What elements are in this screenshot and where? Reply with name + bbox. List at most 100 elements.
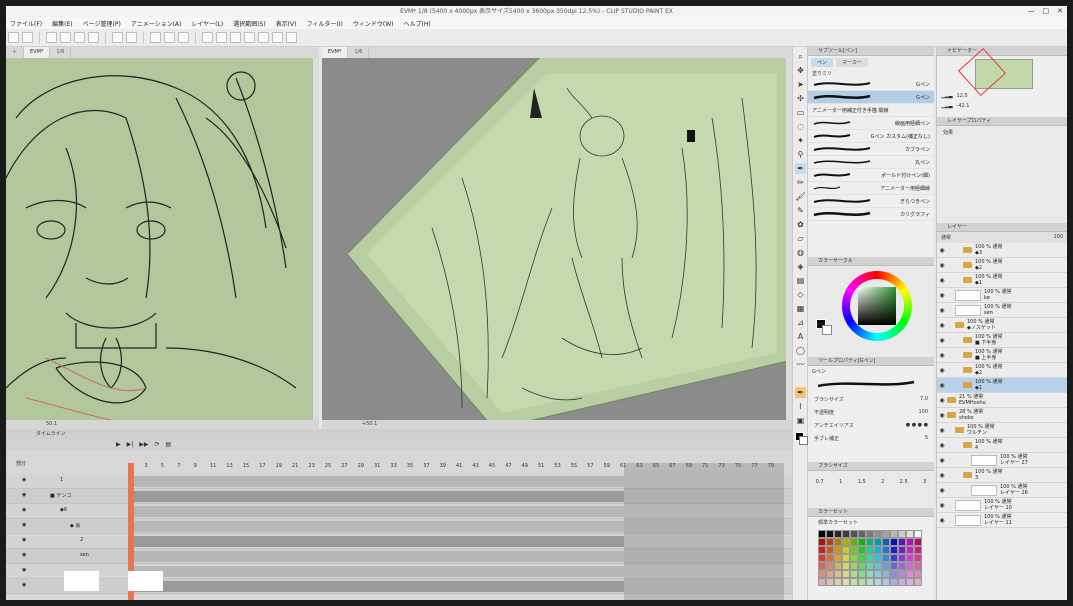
color-swatch[interactable] <box>898 530 906 538</box>
menu-view[interactable]: 表示(V) <box>276 19 297 28</box>
color-swatch[interactable] <box>882 546 890 554</box>
layer-row[interactable]: ◉ 100 % 通常 ◆1 <box>937 378 1067 393</box>
color-swatch[interactable] <box>890 546 898 554</box>
color-swatch[interactable] <box>882 538 890 546</box>
color-swatch[interactable] <box>906 546 914 554</box>
delete-icon[interactable] <box>150 32 161 43</box>
color-swatch[interactable] <box>842 554 850 562</box>
menu-layer[interactable]: レイヤー(L) <box>191 19 223 28</box>
color-swatch[interactable] <box>858 530 866 538</box>
menu-animation[interactable]: アニメーション(A) <box>131 19 182 28</box>
canvas-view-right[interactable]: EVM* 1/6 +50.1 <box>322 47 792 429</box>
color-swatch[interactable] <box>818 530 826 538</box>
color-swatch[interactable] <box>914 562 922 570</box>
eye-icon[interactable]: ◉ <box>937 322 947 329</box>
layer-row[interactable]: ◉ 100 % 通常 ◆ノスゲット <box>937 318 1067 333</box>
color-swatch[interactable] <box>818 570 826 578</box>
menu-help[interactable]: ヘルプ(H) <box>403 19 430 28</box>
invert-selection-icon[interactable] <box>258 32 269 43</box>
timeline-track-bar[interactable] <box>128 581 624 592</box>
layer-row[interactable]: ◉ 28 % 通常 shoko <box>937 408 1067 423</box>
color-swatch[interactable] <box>890 578 898 586</box>
maximize-button[interactable]: □ <box>1043 6 1050 17</box>
blend-mode-select[interactable]: 通常 <box>941 234 951 241</box>
brush-item[interactable]: アニメーター用極細線 <box>808 182 934 195</box>
brush-item[interactable]: Gペン <box>808 78 934 91</box>
color-swatch[interactable] <box>858 562 866 570</box>
color-swatch[interactable] <box>826 578 834 586</box>
eye-icon[interactable]: ◉ <box>937 337 947 344</box>
tab-marker[interactable]: マーカー <box>836 58 869 67</box>
color-swatch[interactable] <box>834 554 842 562</box>
color-swatch[interactable] <box>882 578 890 586</box>
color-swatch[interactable] <box>826 570 834 578</box>
brush-size-option[interactable]: 2.5 <box>900 479 908 485</box>
color-swatch[interactable] <box>826 538 834 546</box>
fill-bucket-icon[interactable]: ◈ <box>795 261 806 272</box>
color-swatch[interactable] <box>874 538 882 546</box>
balloon-icon[interactable]: ◯ <box>795 345 806 356</box>
layer-row[interactable]: ◉ 100 % 通常 ◆3 <box>937 243 1067 258</box>
layer-row[interactable]: ◉ 100 % 通常 sen <box>937 303 1067 318</box>
layer-row[interactable]: ◉ 100 % 通常 レイヤー 11 <box>937 513 1067 528</box>
color-swatch[interactable] <box>874 546 882 554</box>
color-swatch[interactable] <box>826 562 834 570</box>
color-swatch[interactable] <box>890 530 898 538</box>
color-swatch[interactable] <box>858 554 866 562</box>
color-swatch[interactable] <box>866 570 874 578</box>
eye-icon[interactable]: ◉ <box>937 277 947 284</box>
open-file-icon[interactable] <box>60 32 71 43</box>
color-swatch-grid[interactable] <box>818 530 922 590</box>
color-set-name[interactable]: 標準カラーセット <box>808 517 934 528</box>
color-swatch[interactable] <box>858 578 866 586</box>
color-swatch[interactable] <box>898 578 906 586</box>
stop-icon[interactable]: ▶| <box>127 441 134 448</box>
layer-row[interactable]: ◉ 100 % 通常 3 <box>937 468 1067 483</box>
color-swatch[interactable] <box>898 546 906 554</box>
color-swatch[interactable] <box>818 538 826 546</box>
layer-row[interactable]: ◉ 100 % 通常 レイヤー 10 <box>937 498 1067 513</box>
brush-item[interactable]: Gペン <box>808 91 934 104</box>
onion-skin-icon[interactable]: ▤ <box>166 441 172 448</box>
brush-size-option[interactable]: 1.5 <box>858 479 866 485</box>
canvas-tab-evm[interactable]: EVM* <box>24 47 51 58</box>
gradient-icon[interactable]: ▤ <box>795 275 806 286</box>
color-swatch[interactable] <box>906 578 914 586</box>
canvas-tab-evm[interactable]: EVM* <box>322 47 349 58</box>
color-swatch[interactable] <box>898 554 906 562</box>
undo-icon[interactable] <box>112 32 123 43</box>
operation-icon[interactable]: ➤ <box>795 79 806 90</box>
text-icon[interactable]: A <box>795 331 806 342</box>
eye-icon[interactable]: ◉ <box>937 427 947 434</box>
color-swatch[interactable] <box>818 578 826 586</box>
next-frame-icon[interactable]: ▶▶ <box>139 441 148 448</box>
property-row-antialias[interactable]: アンチエイリアス ● ● ● ● <box>808 419 934 432</box>
deselect-icon[interactable] <box>244 32 255 43</box>
hamburger-icon[interactable] <box>8 32 19 43</box>
eye-icon[interactable]: ◉ <box>22 567 26 573</box>
zoom-out-button[interactable]: ▁▂▃ <box>941 93 953 99</box>
layer-row[interactable]: ◉ 100 % 通常 ■ 上半身 <box>937 348 1067 363</box>
color-swatch[interactable] <box>914 570 922 578</box>
eye-icon[interactable]: ◉ <box>937 517 947 524</box>
eyedropper-icon[interactable]: ⚲ <box>795 149 806 160</box>
color-swatch[interactable] <box>850 562 858 570</box>
brush-item[interactable]: ぎらつきペン <box>808 195 934 208</box>
color-swatch[interactable] <box>882 530 890 538</box>
color-swatch[interactable] <box>898 570 906 578</box>
brush-size-option[interactable]: 2 <box>881 479 884 485</box>
property-row-stabilization[interactable]: 手ブレ補正 5 <box>808 432 934 445</box>
scrollbar-vertical[interactable] <box>313 58 319 420</box>
pencil-icon[interactable]: ✏ <box>795 177 806 188</box>
color-swatch[interactable] <box>906 562 914 570</box>
brush-size-option[interactable]: 0.7 <box>816 479 824 485</box>
property-row-opacity[interactable]: 不透明度 100 <box>808 406 934 419</box>
canvas-tab-page[interactable]: 1/6 <box>348 47 370 58</box>
eye-icon[interactable]: ◉ <box>937 397 947 404</box>
rotate-value[interactable]: -42.1 <box>957 103 970 109</box>
brush-item[interactable]: カブラペン <box>808 143 934 156</box>
move-layer-icon[interactable]: ✣ <box>795 93 806 104</box>
color-swatch[interactable] <box>826 530 834 538</box>
menu-page[interactable]: ページ管理(P) <box>83 19 121 28</box>
eye-icon[interactable]: ◉ <box>937 382 947 389</box>
